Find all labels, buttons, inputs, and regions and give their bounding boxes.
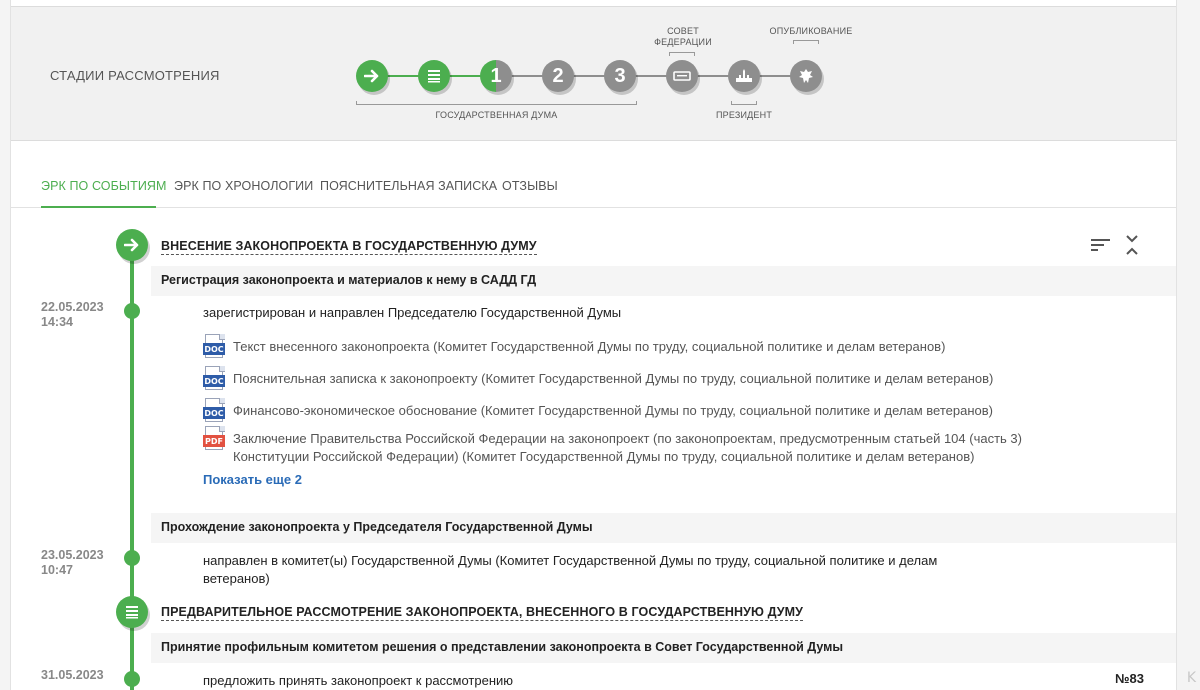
scroll-end-icon[interactable]: K: [1187, 670, 1196, 686]
event-group-heading: Принятие профильным комитетом решения о …: [151, 633, 1176, 663]
document-link[interactable]: DOC Пояснительная записка к законопроект…: [203, 366, 993, 392]
doc-file-icon: DOC: [203, 334, 227, 360]
event-date: 23.05.2023 10:47: [41, 548, 104, 577]
stage-node-introduction: [116, 229, 148, 261]
stage-federation-council[interactable]: [666, 60, 698, 92]
show-more-link[interactable]: Показать еще 2: [203, 472, 302, 487]
stage-president[interactable]: [728, 60, 760, 92]
label-publication: ОПУБЛИКОВАНИЕ: [769, 26, 853, 36]
event-group-heading: Регистрация законопроекта и материалов к…: [151, 266, 1176, 296]
tab-chronology[interactable]: ЭРК ПО ХРОНОЛОГИИ: [174, 179, 313, 193]
event-node: [124, 303, 140, 319]
doc-file-icon: DOC: [203, 398, 227, 424]
event-node: [124, 550, 140, 566]
doc-file-icon: DOC: [203, 366, 227, 392]
event-date: 22.05.2023 14:34: [41, 300, 104, 329]
list-icon: [428, 70, 440, 83]
arrow-right-icon: [124, 238, 139, 252]
tab-bar: ЭРК ПО СОБЫТИЯМ ЭРК ПО ХРОНОЛОГИИ ПОЯСНИ…: [11, 141, 1176, 208]
stage-heading-preliminary[interactable]: ПРЕДВАРИТЕЛЬНОЕ РАССМОТРЕНИЕ ЗАКОНОПРОЕК…: [161, 605, 804, 621]
stage-first-reading[interactable]: 1: [480, 60, 512, 92]
council-icon: [673, 71, 691, 81]
active-tab-underline: [41, 206, 156, 208]
event-group-heading: Прохождение законопроекта у Председателя…: [151, 513, 1176, 543]
stages-panel: СТАДИИ РАССМОТРЕНИЯ 1 2 3 ГОСУДАРСТВЕННА…: [11, 6, 1176, 141]
page-scroll-area[interactable]: K: [1177, 0, 1200, 690]
kremlin-icon: [736, 69, 752, 82]
document-link[interactable]: DOC Финансово-экономическое обоснование …: [203, 398, 993, 424]
event-text: направлен в комитет(ы) Государственной Д…: [203, 553, 938, 586]
emblem-icon: [799, 69, 813, 83]
stage-preliminary[interactable]: [418, 60, 450, 92]
label-federation-council: СОВЕТ ФЕДЕРАЦИИ: [654, 26, 712, 47]
label-president: ПРЕЗИДЕНТ: [715, 110, 773, 120]
list-icon: [126, 606, 138, 619]
stage-second-reading[interactable]: 2: [542, 60, 574, 92]
document-link[interactable]: DOC Текст внесенного законопроекта (Коми…: [203, 334, 945, 360]
event-date: 31.05.2023: [41, 668, 104, 682]
document-link[interactable]: PDF Заключение Правительства Российской …: [203, 426, 1022, 466]
decision-number: №83: [1115, 671, 1144, 686]
sort-icon[interactable]: [1091, 238, 1111, 252]
stage-introduction[interactable]: [356, 60, 388, 92]
tab-explanatory-note[interactable]: ПОЯСНИТЕЛЬНАЯ ЗАПИСКА: [320, 179, 497, 193]
council-bracket: [669, 52, 695, 56]
arrow-right-icon: [364, 69, 379, 83]
event-text: зарегистрирован и направлен Председателю…: [203, 305, 622, 320]
stage-node-preliminary: [116, 596, 148, 628]
event-text: предложить принять законопроект к рассмо…: [203, 673, 514, 688]
tab-reviews[interactable]: ОТЗЫВЫ: [502, 179, 558, 193]
president-bracket: [731, 101, 757, 105]
duma-bracket: [356, 101, 637, 105]
tab-events[interactable]: ЭРК ПО СОБЫТИЯМ: [41, 179, 167, 193]
stage-publication[interactable]: [790, 60, 822, 92]
bill-page: СТАДИИ РАССМОТРЕНИЯ 1 2 3 ГОСУДАРСТВЕННА…: [10, 0, 1177, 690]
stage-third-reading[interactable]: 3: [604, 60, 636, 92]
stage-heading-introduction[interactable]: ВНЕСЕНИЕ ЗАКОНОПРОЕКТА В ГОСУДАРСТВЕННУЮ…: [161, 239, 537, 255]
label-duma: ГОСУДАРСТВЕННАЯ ДУМА: [435, 110, 558, 120]
pdf-file-icon: PDF: [203, 426, 227, 452]
publication-bracket: [793, 40, 819, 44]
collapse-icon[interactable]: [1124, 234, 1140, 256]
event-node: [124, 671, 140, 687]
stages-title: СТАДИИ РАССМОТРЕНИЯ: [50, 68, 220, 83]
